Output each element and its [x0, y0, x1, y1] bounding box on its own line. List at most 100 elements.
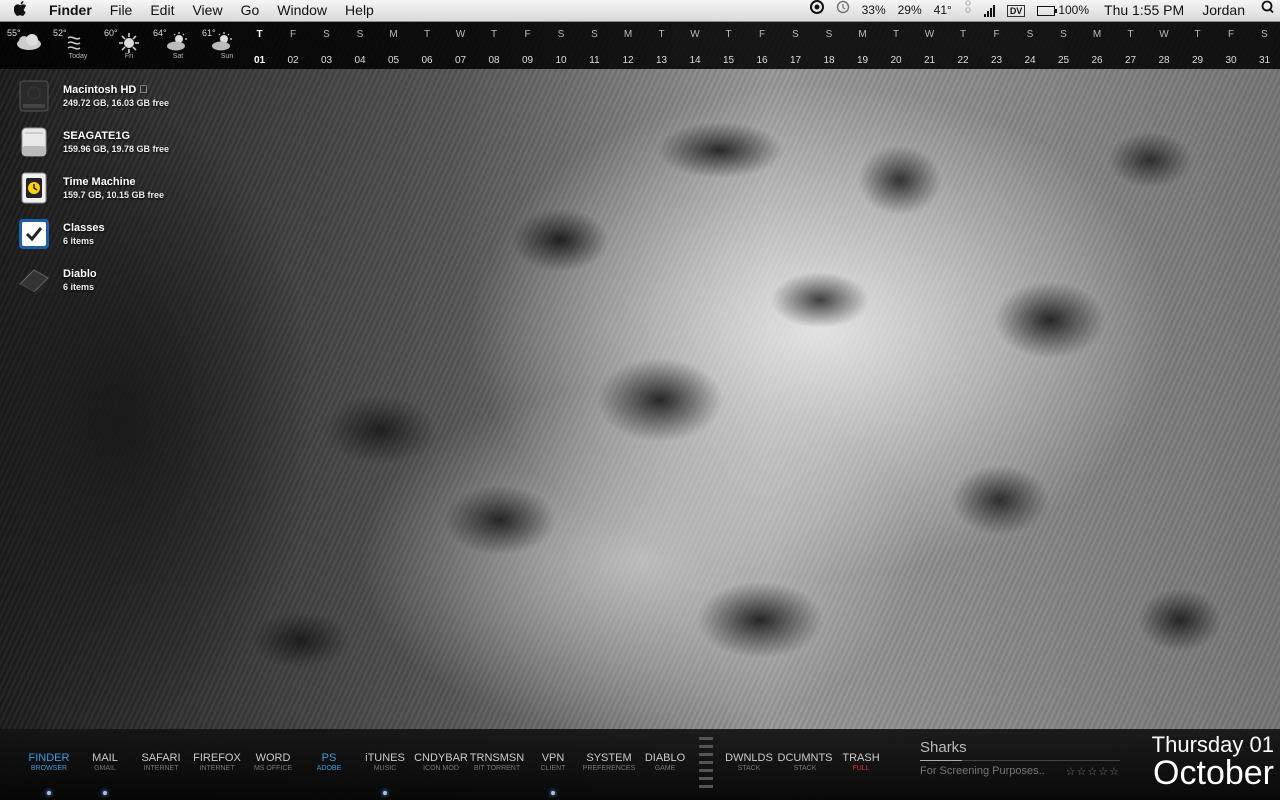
record-icon[interactable] [804, 0, 830, 21]
desktop-wallpaper [0, 0, 1280, 800]
weather-day: Sat [172, 53, 184, 60]
calendar-weekday: M [1092, 29, 1102, 40]
calendar-date: 04 [354, 55, 366, 66]
calendar-date: 30 [1225, 55, 1237, 66]
dock-item-dcumnts[interactable]: DCUMNTS STACK [774, 752, 836, 772]
menubar-clock[interactable]: Thu 1:55 PM [1095, 0, 1193, 21]
now-playing-track: Sharks [920, 739, 967, 756]
menu-finder[interactable]: Finder [40, 0, 101, 21]
battery-icon [1037, 5, 1058, 16]
now-playing-artist: For Screening Purposes.. [920, 765, 1045, 777]
cpu-meter[interactable]: 33% [856, 0, 892, 21]
calendar-date: 17 [789, 55, 802, 66]
calendar-weekday: T [725, 29, 732, 40]
fast-user-switch[interactable]: Jordan [1193, 0, 1254, 21]
dock-item-sublabel: STACK [737, 765, 761, 772]
dock: FINDER BROWSER MAIL GMAIL SAFARI INTERNET FIRE… [0, 729, 1280, 800]
dock-item-label: PS [321, 752, 337, 764]
calendar-date: 07 [454, 55, 467, 66]
running-indicator-icon [47, 791, 51, 795]
dock-item-finder[interactable]: FINDER BROWSER [18, 752, 80, 795]
calendar-date: 23 [990, 55, 1003, 66]
time-machine-icon[interactable] [830, 0, 856, 21]
dock-item-sublabel: CLIENT [540, 765, 566, 772]
calendar-date: 22 [957, 55, 969, 66]
partly-sunny-icon [165, 32, 193, 51]
dock-item-vpn[interactable]: VPN CLIENT [522, 752, 584, 795]
dock-item-cndybar[interactable]: CNDYBAR ICON MOD [410, 752, 472, 772]
calendar-date: 10 [555, 55, 567, 66]
dock-item-itunes[interactable]: iTUNES MUSIC [354, 752, 416, 795]
desktop-icon-info: 6 items [63, 282, 95, 292]
menu-edit[interactable]: Edit [141, 0, 183, 21]
calendar-date: 21 [923, 55, 936, 66]
calendar-date: 03 [320, 55, 333, 66]
calendar-date: 12 [622, 55, 634, 66]
dock-item-label: WORD [255, 752, 291, 764]
dock-item-ps[interactable]: PS ADOBE [298, 752, 360, 772]
calendar-weekday: F [289, 29, 297, 40]
menu-help[interactable]: Help [336, 0, 383, 21]
calendar-weekday: T [1127, 29, 1134, 40]
dock-item-sublabel: MUSIC [373, 765, 397, 772]
menu-go[interactable]: Go [232, 0, 269, 21]
dock-item-label: FINDER [28, 752, 70, 764]
now-playing-widget[interactable]: Sharks For Screening Purposes.. ☆☆☆☆☆ [920, 739, 1120, 778]
external-drive-icon [16, 124, 52, 160]
dock-item-system[interactable]: SYSTEM PREFERENCES [578, 752, 640, 772]
menu-bar: Finder File Edit View Go Window Help 33%… [0, 0, 1280, 22]
dock-item-safari[interactable]: SAFARI INTERNET [130, 752, 192, 772]
hard-drive-icon [16, 78, 52, 114]
desktop-icon-name: Time Machine [63, 176, 136, 188]
apple-logo-icon:  [139, 84, 147, 96]
weather-day: Today [68, 53, 88, 60]
calendar-date: 14 [689, 55, 701, 66]
desktop-icon-classes[interactable]: Classes 6 items [16, 214, 276, 254]
spotlight-search-icon[interactable] [1254, 0, 1280, 21]
desktop-icon-diablo[interactable]: Diablo 6 items [16, 260, 276, 300]
dock-item-label: SAFARI [141, 752, 181, 764]
calendar-weekday: S [356, 29, 364, 40]
menu-file[interactable]: File [101, 0, 142, 21]
calendar-weekday: T [658, 29, 665, 40]
now-playing-progress[interactable] [920, 760, 1120, 761]
menu-window[interactable]: Window [268, 0, 336, 21]
dock-item-word[interactable]: WORD MS OFFICE [242, 752, 304, 772]
battery-status[interactable]: 100% [1031, 0, 1095, 21]
rating-stars[interactable]: ☆☆☆☆☆ [1066, 765, 1120, 778]
dock-item-dwnlds[interactable]: DWNLDS STACK [718, 752, 780, 772]
dock-separator [699, 737, 713, 793]
desktop-icon-name: Macintosh HD  [63, 84, 169, 96]
calendar-date: 08 [488, 55, 500, 66]
activity-icon[interactable] [958, 0, 978, 21]
desktop-icon-macintosh-hd[interactable]: Macintosh HD  249.72 GB, 16.03 GB free [16, 76, 276, 116]
calendar-weekday: F [993, 29, 1000, 40]
menu-view[interactable]: View [183, 0, 231, 21]
dock-item-label: DCUMNTS [777, 752, 833, 764]
apple-menu-icon[interactable] [0, 1, 40, 20]
temperature-meter[interactable]: 41° [928, 0, 958, 21]
calendar-date: 11 [589, 55, 600, 66]
dock-item-firefox[interactable]: FIREFOX INTERNET [186, 752, 248, 772]
calendar-date: 27 [1124, 55, 1137, 66]
dock-item-trash[interactable]: TRASH FULL [830, 752, 892, 772]
weather-fri: 60° Fri [104, 22, 154, 69]
memory-meter[interactable]: 29% [892, 0, 928, 21]
signal-strength-icon[interactable] [978, 0, 1001, 21]
dock-item-trnsmsn[interactable]: TRNSMSN BIT TORRENT [466, 752, 528, 772]
calendar-weekday: T [423, 29, 431, 40]
dock-item-sublabel: MS OFFICE [253, 765, 293, 772]
dock-item-label: CNDYBAR [414, 752, 468, 764]
dv-badge[interactable]: DV [1001, 0, 1032, 21]
calendar-weekday: S [1026, 29, 1034, 40]
dock-item-label: FIREFOX [193, 752, 241, 764]
dock-item-label: VPN [541, 752, 565, 764]
desktop-icon-time-machine[interactable]: Time Machine 159.7 GB, 10.15 GB free [16, 168, 276, 208]
dock-item-diablo[interactable]: DIABLO GAME [634, 752, 696, 772]
calendar-weekday: S [792, 29, 799, 40]
calendar-weekday: T [1194, 29, 1201, 40]
dock-item-label: TRASH [842, 752, 880, 764]
desktop-icon-seagate1g[interactable]: SEAGATE1G 159.96 GB, 19.78 GB free [16, 122, 276, 162]
dock-item-mail[interactable]: MAIL GMAIL [74, 752, 136, 795]
calendar-date: 05 [387, 55, 400, 66]
